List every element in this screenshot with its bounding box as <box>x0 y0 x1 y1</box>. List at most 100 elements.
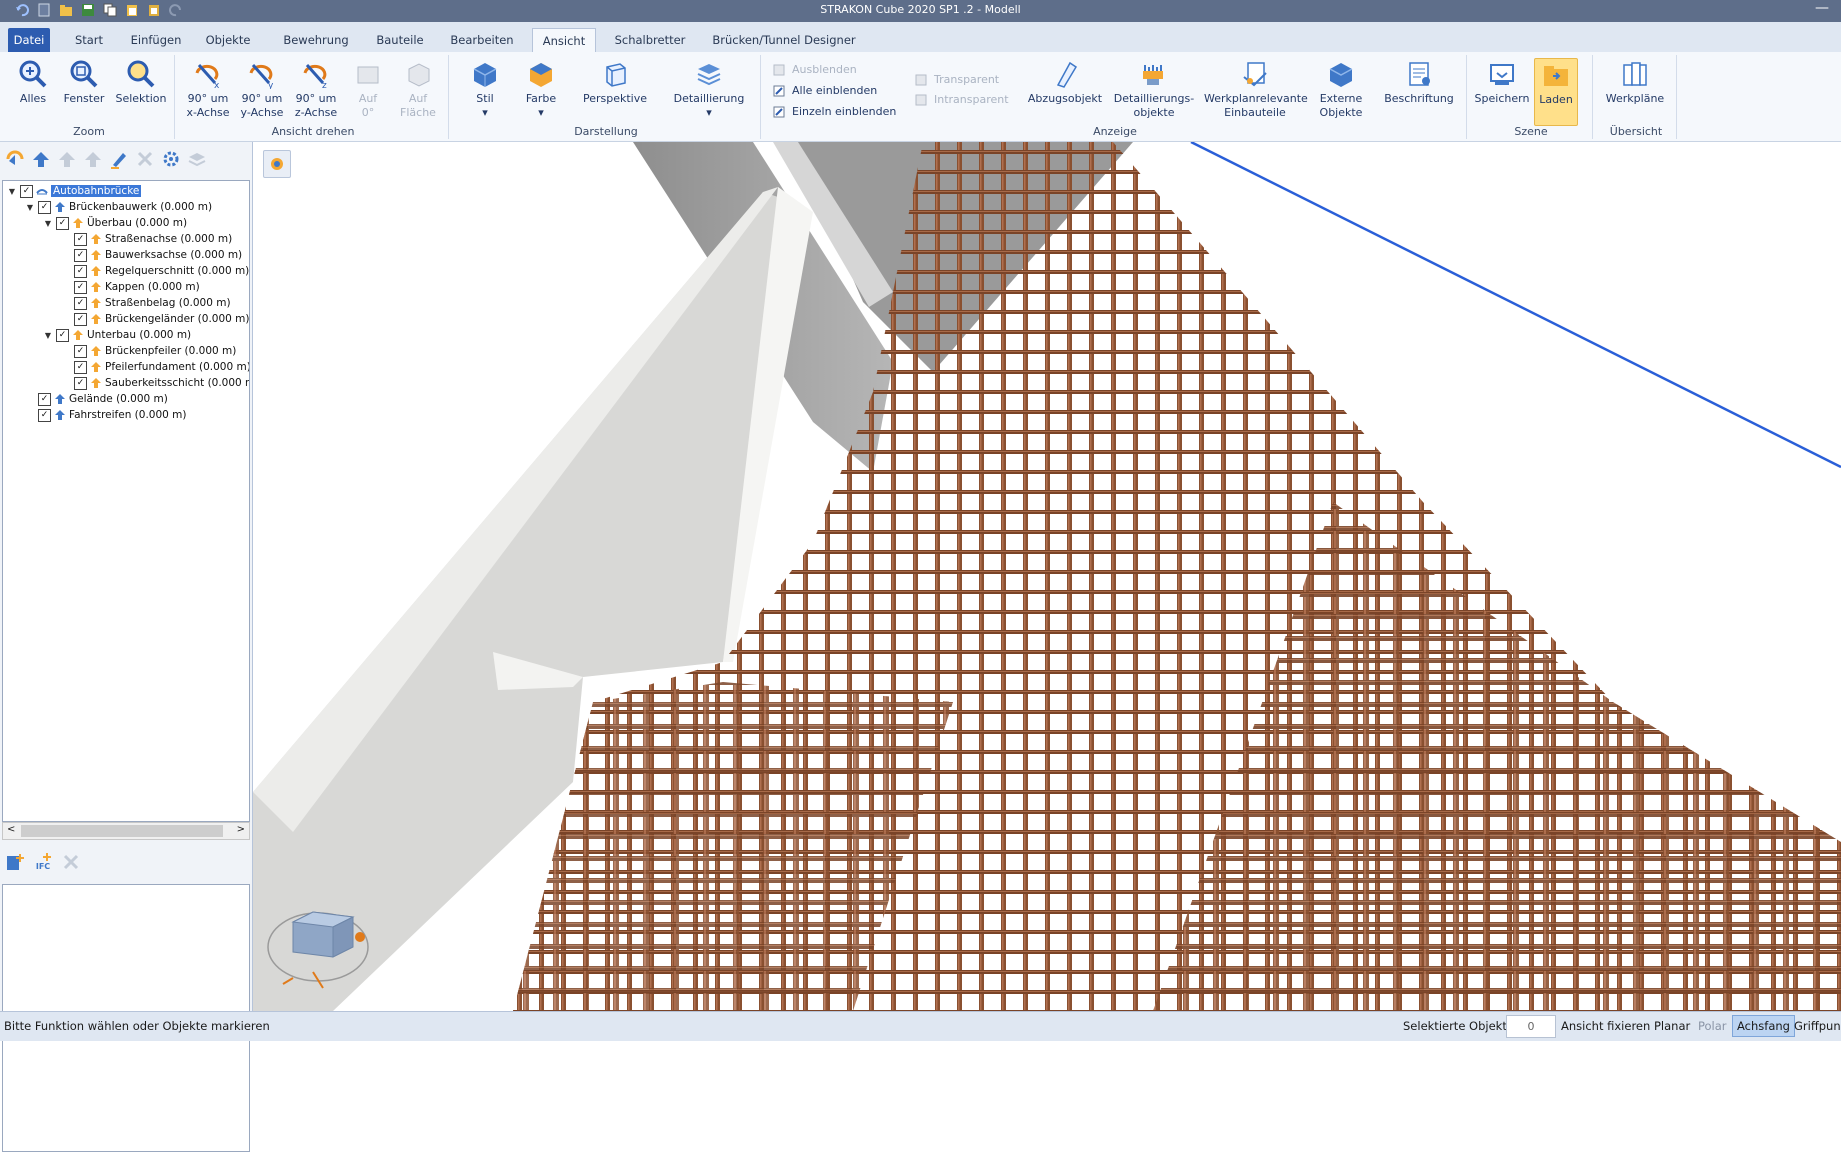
visibility-checkbox[interactable]: ✓ <box>74 248 87 262</box>
visibility-checkbox[interactable]: ✓ <box>38 200 51 214</box>
scrollbar-thumb[interactable] <box>21 825 223 837</box>
expand-toggle-icon[interactable]: ▼ <box>7 187 17 196</box>
tab-einfuegen[interactable]: Einfügen <box>128 28 184 52</box>
tab-objekte[interactable]: Objekte <box>200 28 256 52</box>
remove-reference-disabled-icon[interactable] <box>60 851 82 873</box>
tab-bewehrung[interactable]: Bewehrung <box>276 28 356 52</box>
save-scene-button[interactable]: Speichern <box>1474 58 1530 106</box>
workplans-button[interactable]: Werkpläne <box>1602 58 1668 106</box>
layers-disabled-icon[interactable] <box>186 148 208 170</box>
view-to-surface-button[interactable]: Auf Fläche <box>394 58 442 120</box>
tree-node-fahrstreifen[interactable]: ✓ Fahrstreifen (0.000 m) <box>38 407 187 423</box>
color-button[interactable]: Farbe ▾ <box>518 58 564 120</box>
detail-objects-button[interactable]: Detaillierungs- objekte <box>1112 58 1196 120</box>
external-objects-button[interactable]: Externe Objekte <box>1312 58 1370 120</box>
tree-node-brueckengelaender[interactable]: ✓ Brückengeländer (0.000 m) <box>74 311 249 327</box>
visibility-checkbox[interactable]: ✓ <box>74 232 87 246</box>
tab-datei[interactable]: Datei <box>8 28 50 52</box>
level-up-disabled-icon[interactable] <box>56 148 78 170</box>
cube-color-icon <box>525 58 557 90</box>
tab-schalbretter[interactable]: Schalbretter <box>608 28 692 52</box>
perspective-button[interactable]: Perspektive <box>576 58 654 106</box>
load-scene-button[interactable]: Laden <box>1534 58 1578 126</box>
tab-bruecken-tunnel-designer[interactable]: Brücken/Tunnel Designer <box>706 28 862 52</box>
tree-node-unterbau[interactable]: ▼ ✓ Unterbau (0.000 m) <box>43 327 191 343</box>
tree-node-ueberbau[interactable]: ▼ ✓ Überbau (0.000 m) <box>43 215 187 231</box>
zoom-all-button[interactable]: Alles <box>10 58 56 106</box>
transparent-button[interactable]: Transparent <box>914 71 999 89</box>
visibility-checkbox[interactable]: ✓ <box>56 216 69 230</box>
deduction-object-button[interactable]: Abzugsobjekt <box>1026 58 1104 106</box>
reset-zero-label-1: Auf <box>358 92 378 105</box>
detail-level-button[interactable]: Detaillierung ▾ <box>666 58 752 120</box>
tree-node-kappen[interactable]: ✓ Kappen (0.000 m) <box>74 279 200 295</box>
visibility-checkbox[interactable]: ✓ <box>38 408 51 422</box>
rotate-x-button[interactable]: x 90° um x-Achse <box>184 58 232 120</box>
expand-toggle-icon[interactable]: ▼ <box>43 219 53 228</box>
scroll-right-icon[interactable]: > <box>237 824 245 835</box>
relevant-parts-button[interactable]: Werkplanrelevante Einbauteile <box>1204 58 1308 120</box>
refresh-structure-icon[interactable] <box>4 148 26 170</box>
reset-zero-button[interactable]: Auf 0° <box>346 58 390 120</box>
intransparent-icon <box>915 94 927 106</box>
tree-node-bauwerksachse[interactable]: ✓ Bauwerksachse (0.000 m) <box>74 247 242 263</box>
style-button[interactable]: Stil ▾ <box>462 58 508 120</box>
edit-pencil-icon[interactable] <box>108 148 130 170</box>
detail-level-icon <box>693 58 725 90</box>
visibility-checkbox[interactable]: ✓ <box>74 312 87 326</box>
visibility-checkbox[interactable]: ✓ <box>74 344 87 358</box>
tab-bearbeiten[interactable]: Bearbeiten <box>446 28 518 52</box>
add-reference-icon[interactable] <box>4 851 26 873</box>
show-single-button[interactable]: Einzeln einblenden <box>772 103 896 121</box>
tree-node-label: Bauwerksachse (0.000 m) <box>105 249 243 261</box>
level-up-icon[interactable] <box>30 148 52 170</box>
level-top-disabled-icon[interactable] <box>82 148 104 170</box>
delete-disabled-icon[interactable] <box>134 148 156 170</box>
labeling-button[interactable]: Beschriftung <box>1378 58 1460 106</box>
scroll-left-icon[interactable]: < <box>7 824 15 835</box>
tab-start[interactable]: Start <box>66 28 112 52</box>
minimize-button[interactable]: — <box>1815 0 1829 16</box>
3d-viewport[interactable] <box>253 142 1841 1011</box>
axis-snap-toggle[interactable]: Achsfang <box>1732 1015 1795 1037</box>
rotate-z-button[interactable]: z 90° um z-Achse <box>292 58 340 120</box>
visibility-checkbox[interactable]: ✓ <box>74 360 87 374</box>
visibility-checkbox[interactable]: ✓ <box>38 392 51 406</box>
planar-toggle[interactable]: Planar <box>1654 1019 1690 1033</box>
grip-point-toggle[interactable]: Griffpun <box>1794 1019 1841 1033</box>
visibility-checkbox[interactable]: ✓ <box>74 376 87 390</box>
visibility-checkbox[interactable]: ✓ <box>20 184 33 198</box>
tree-node-strassenachse[interactable]: ✓ Straßenachse (0.000 m) <box>74 231 232 247</box>
visibility-checkbox[interactable]: ✓ <box>56 328 69 342</box>
hide-button[interactable]: Ausblenden <box>772 61 857 79</box>
expand-toggle-icon[interactable]: ▼ <box>25 203 35 212</box>
expand-toggle-icon[interactable]: ▼ <box>43 331 53 340</box>
fix-view-toggle[interactable]: Ansicht fixieren <box>1561 1019 1650 1033</box>
view-options-button[interactable] <box>263 150 291 178</box>
tree-node-regelquerschnitt[interactable]: ✓ Regelquerschnitt (0.000 m) <box>74 263 249 279</box>
tree-horizontal-scrollbar[interactable]: < > <box>2 822 250 840</box>
reference-toolbar: IFC <box>0 847 256 877</box>
visibility-checkbox[interactable]: ✓ <box>74 264 87 278</box>
tree-node-gelaende[interactable]: ✓ Gelände (0.000 m) <box>38 391 168 407</box>
zoom-selection-button[interactable]: Selektion <box>112 58 170 106</box>
visibility-checkbox[interactable]: ✓ <box>74 296 87 310</box>
tree-node-strassenbelag[interactable]: ✓ Straßenbelag (0.000 m) <box>74 295 231 311</box>
tab-ansicht[interactable]: Ansicht <box>532 28 596 53</box>
show-all-button[interactable]: Alle einblenden <box>772 82 877 100</box>
zoom-window-button[interactable]: Fenster <box>58 58 110 106</box>
tree-node-brueckenbauwerk[interactable]: ▼ ✓ Brückenbauwerk (0.000 m) <box>25 199 212 215</box>
intransparent-button[interactable]: Intransparent <box>914 91 1009 109</box>
visibility-checkbox[interactable]: ✓ <box>74 280 87 294</box>
settings-gear-icon[interactable] <box>160 148 182 170</box>
tree-node-autobahnbruecke[interactable]: ▼ ✓ Autobahnbrücke <box>7 183 142 199</box>
load-scene-label: Laden <box>1539 93 1573 106</box>
add-ifc-icon[interactable]: IFC <box>32 851 54 873</box>
rotate-y-button[interactable]: y 90° um y-Achse <box>238 58 286 120</box>
tree-node-brueckenpfeiler[interactable]: ✓ Brückenpfeiler (0.000 m) <box>74 343 236 359</box>
transparent-label: Transparent <box>934 73 1000 86</box>
polar-toggle[interactable]: Polar <box>1698 1019 1727 1033</box>
tab-bauteile[interactable]: Bauteile <box>372 28 428 52</box>
tree-node-pfeilerfundament[interactable]: ✓ Pfeilerfundament (0.000 m) <box>74 359 249 375</box>
tree-node-sauberkeitsschicht[interactable]: ✓ Sauberkeitsschicht (0.000 m) <box>74 375 249 391</box>
